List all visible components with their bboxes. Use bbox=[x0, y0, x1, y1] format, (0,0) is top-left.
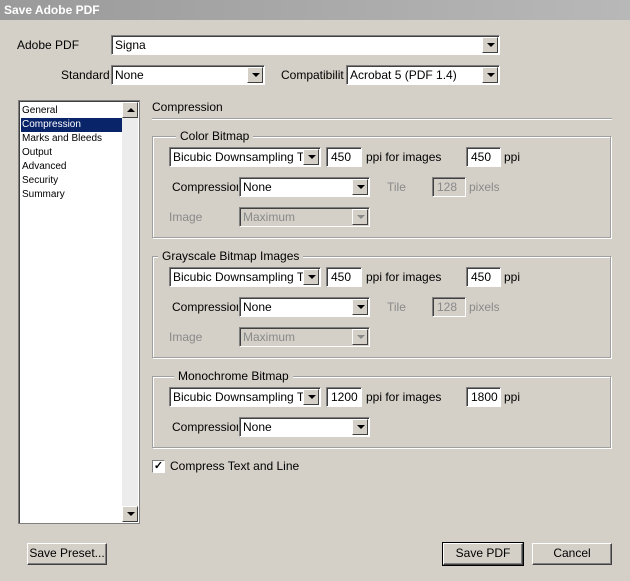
compress-text-checkbox[interactable]: ✓ bbox=[152, 460, 165, 473]
gray-downsample-dropdown[interactable]: Bicubic Downsampling To bbox=[169, 267, 321, 287]
sidebar-item-security[interactable]: Security bbox=[21, 174, 122, 188]
list-scrollbar[interactable] bbox=[122, 102, 138, 522]
preset-label: Adobe PDF bbox=[17, 38, 80, 52]
mono-group-title: Monochrome Bitmap bbox=[174, 369, 293, 383]
preset-value: Signa bbox=[115, 38, 146, 52]
color-downsample-dropdown[interactable]: Bicubic Downsampling To bbox=[169, 147, 321, 167]
compatibility-label: Compatibilit bbox=[281, 68, 344, 82]
color-tile-input[interactable]: 128 bbox=[432, 177, 466, 197]
color-compression-dropdown[interactable]: None bbox=[239, 177, 370, 197]
sidebar-item-summary[interactable]: Summary bbox=[21, 188, 122, 202]
color-image-quality-dropdown[interactable]: Maximum bbox=[239, 207, 370, 227]
compatibility-value: Acrobat 5 (PDF 1.4) bbox=[350, 68, 457, 82]
color-ppi-label: ppi bbox=[504, 150, 521, 164]
sidebar-item-output[interactable]: Output bbox=[21, 146, 122, 160]
preset-dropdown[interactable]: Signa bbox=[111, 35, 500, 55]
category-list[interactable]: General Compression Marks and Bleeds Out… bbox=[18, 100, 140, 524]
chevron-down-icon[interactable] bbox=[247, 67, 263, 83]
window-title: Save Adobe PDF bbox=[0, 0, 630, 20]
standard-value: None bbox=[115, 68, 144, 82]
mono-compression-label: Compression bbox=[172, 420, 238, 434]
color-compression-value: None bbox=[243, 180, 272, 194]
gray-group-title: Grayscale Bitmap Images bbox=[158, 249, 304, 263]
mono-downsample-dropdown[interactable]: Bicubic Downsampling To bbox=[169, 387, 321, 407]
sidebar-item-compression[interactable]: Compression bbox=[21, 118, 122, 132]
gray-tile-input[interactable]: 128 bbox=[432, 297, 466, 317]
gray-tile-label: Tile bbox=[387, 300, 406, 314]
chevron-down-icon[interactable] bbox=[352, 209, 368, 225]
save-pdf-button[interactable]: Save PDF bbox=[442, 542, 524, 566]
chevron-down-icon[interactable] bbox=[352, 329, 368, 345]
color-pixels-label: pixels bbox=[469, 180, 499, 194]
gray-compression-value: None bbox=[243, 300, 272, 314]
color-ppi-input[interactable]: 450 bbox=[326, 147, 362, 167]
gray-pixels-label: pixels bbox=[469, 300, 499, 314]
gray-image-quality-dropdown[interactable]: Maximum bbox=[239, 327, 370, 347]
gray-ppi-label: ppi bbox=[504, 270, 521, 284]
mono-compression-dropdown[interactable]: None bbox=[239, 417, 370, 437]
gray-ppi-input[interactable]: 450 bbox=[326, 267, 362, 287]
color-image-quality-value: Maximum bbox=[243, 210, 296, 224]
cancel-button[interactable]: Cancel bbox=[532, 543, 612, 565]
gray-compression-dropdown[interactable]: None bbox=[239, 297, 370, 317]
color-group-title: Color Bitmap bbox=[176, 129, 254, 143]
sidebar-item-marks-and-bleeds[interactable]: Marks and Bleeds bbox=[21, 132, 122, 146]
color-ppi-for-images-label: ppi for images bbox=[366, 150, 442, 164]
chevron-down-icon[interactable] bbox=[303, 389, 319, 405]
section-title: Compression bbox=[152, 100, 223, 114]
standard-label: Standard bbox=[61, 68, 110, 82]
standard-dropdown[interactable]: None bbox=[111, 65, 265, 85]
color-tile-label: Tile bbox=[387, 180, 406, 194]
chevron-down-icon[interactable] bbox=[482, 67, 498, 83]
chevron-down-icon[interactable] bbox=[303, 149, 319, 165]
chevron-down-icon[interactable] bbox=[303, 269, 319, 285]
mono-downsample-value: Bicubic Downsampling To bbox=[173, 390, 310, 404]
mono-ppi-for-images-label: ppi for images bbox=[366, 390, 442, 404]
color-downsample-value: Bicubic Downsampling To bbox=[173, 150, 310, 164]
chevron-down-icon[interactable] bbox=[482, 37, 498, 53]
gray-image-label: Image bbox=[169, 330, 203, 344]
gray-compression-label: Compression bbox=[172, 300, 238, 314]
chevron-down-icon[interactable] bbox=[352, 179, 368, 195]
gray-downsample-value: Bicubic Downsampling To bbox=[173, 270, 310, 284]
compress-text-label: Compress Text and Line A bbox=[170, 459, 301, 473]
gray-image-quality-value: Maximum bbox=[243, 330, 296, 344]
color-image-label: Image bbox=[169, 210, 203, 224]
scroll-up-icon[interactable] bbox=[122, 102, 138, 118]
color-compression-label: Compression bbox=[172, 180, 238, 194]
color-above-input[interactable]: 450 bbox=[466, 147, 501, 167]
mono-ppi-input[interactable]: 1200 bbox=[326, 387, 362, 407]
chevron-down-icon[interactable] bbox=[352, 419, 368, 435]
scroll-down-icon[interactable] bbox=[122, 506, 138, 522]
gray-above-input[interactable]: 450 bbox=[466, 267, 501, 287]
chevron-down-icon[interactable] bbox=[352, 299, 368, 315]
gray-ppi-for-images-label: ppi for images bbox=[366, 270, 442, 284]
sidebar-item-advanced[interactable]: Advanced bbox=[21, 160, 122, 174]
sidebar-item-general[interactable]: General bbox=[21, 104, 122, 118]
save-preset-button[interactable]: Save Preset... bbox=[27, 543, 107, 565]
mono-above-input[interactable]: 1800 bbox=[466, 387, 501, 407]
mono-compression-value: None bbox=[243, 420, 272, 434]
mono-ppi-label: ppi bbox=[504, 390, 521, 404]
compatibility-dropdown[interactable]: Acrobat 5 (PDF 1.4) bbox=[346, 65, 500, 85]
section-divider bbox=[152, 118, 612, 120]
